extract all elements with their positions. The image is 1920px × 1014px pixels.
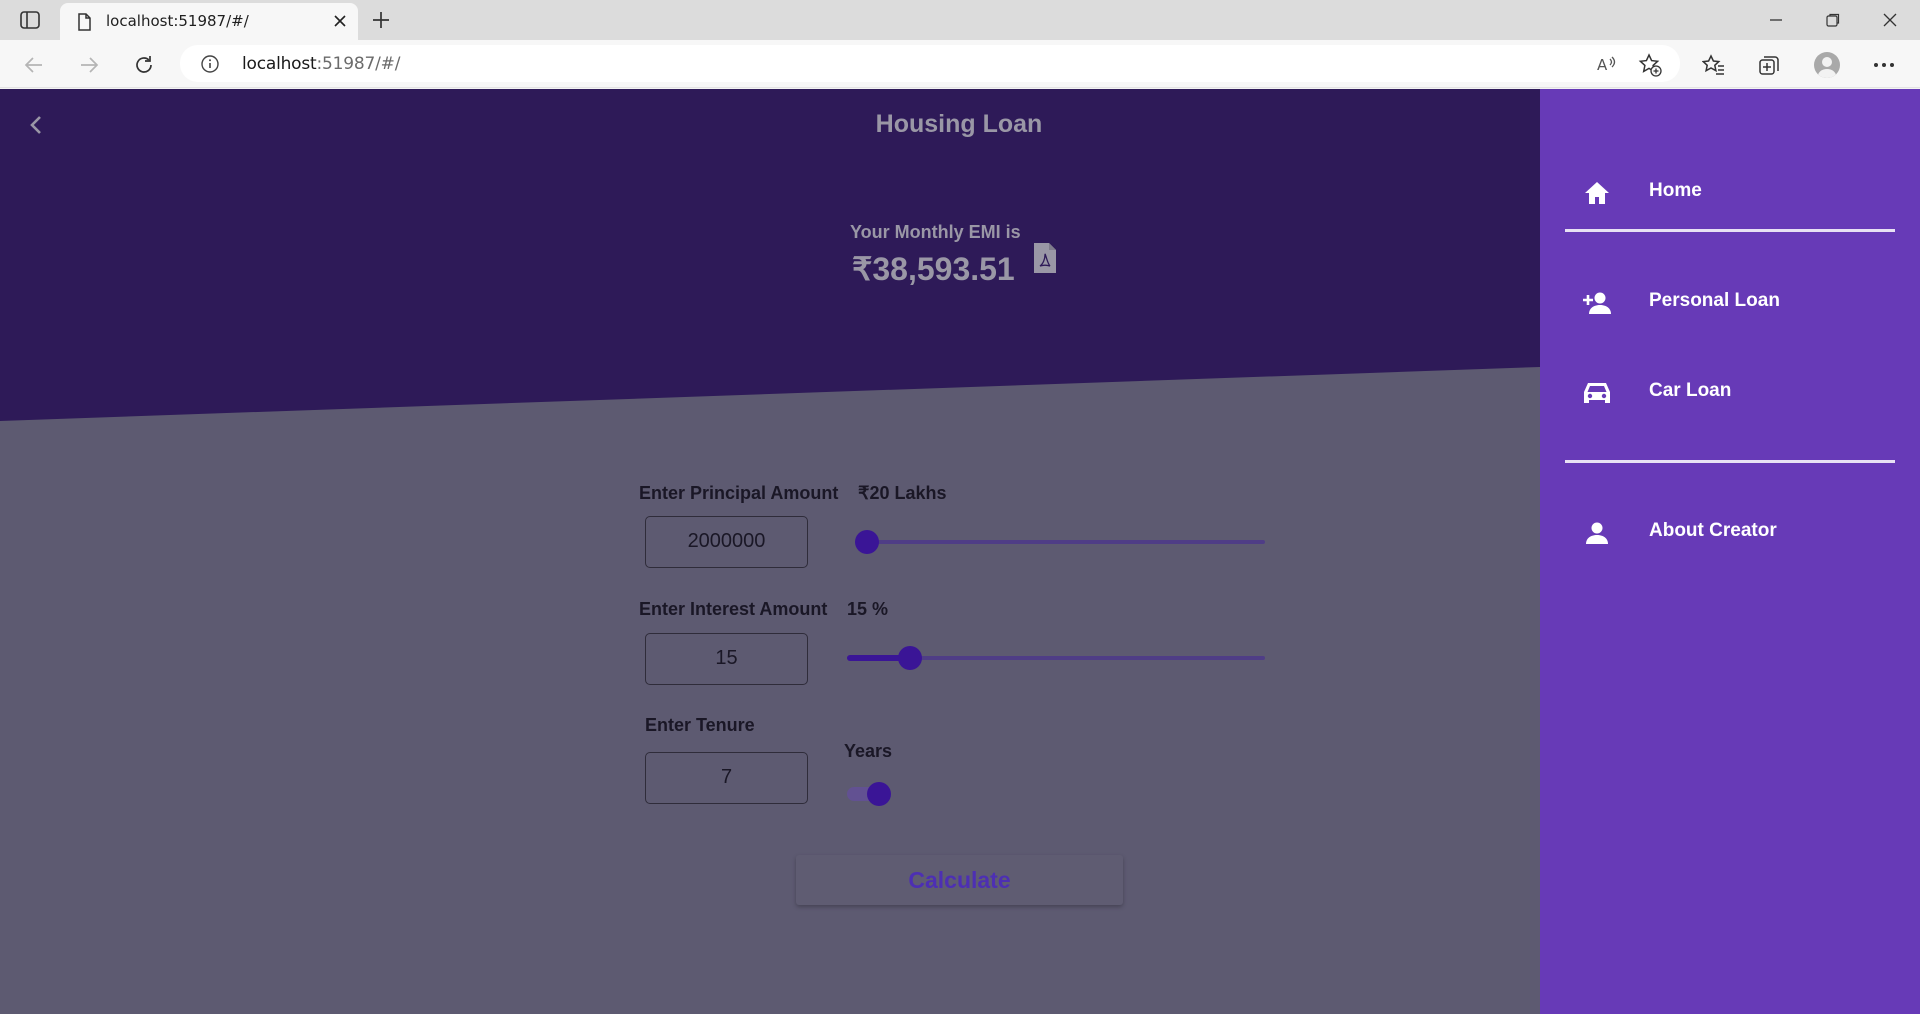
principal-slider-track: [855, 540, 1265, 544]
back-icon[interactable]: [17, 48, 51, 82]
drawer-item-label: Personal Loan: [1649, 290, 1780, 311]
address-bar[interactable]: localhost:51987/#/: [180, 45, 1680, 82]
principal-display: ₹20 Lakhs: [858, 483, 947, 503]
drawer-divider: [1565, 229, 1895, 232]
new-tab-icon[interactable]: [368, 7, 394, 33]
favorites-icon[interactable]: [1697, 48, 1731, 82]
url-text: localhost:51987/#/: [242, 54, 400, 74]
home-icon: [1582, 178, 1612, 208]
principal-slider-thumb[interactable]: [855, 530, 879, 554]
interest-slider-thumb[interactable]: [898, 646, 922, 670]
drawer-divider: [1565, 460, 1895, 463]
page-title: Housing Loan: [875, 110, 1043, 138]
refresh-icon[interactable]: [127, 48, 161, 82]
url-path: :51987/#/: [316, 54, 401, 74]
read-aloud-icon[interactable]: A: [1590, 48, 1624, 82]
interest-display: 15 %: [847, 599, 889, 619]
avatar: [1814, 52, 1840, 78]
info-icon[interactable]: [200, 54, 220, 74]
principal-input[interactable]: 2000000: [645, 516, 808, 568]
interest-input[interactable]: 15: [645, 633, 808, 685]
minimize-icon[interactable]: [1756, 6, 1796, 34]
page-icon: [74, 12, 94, 32]
emi-label: Your Monthly EMI is: [850, 222, 1021, 242]
pdf-icon[interactable]: [1032, 241, 1058, 275]
url-host: localhost: [242, 54, 317, 74]
person-icon: [1582, 518, 1612, 548]
profile-avatar[interactable]: [1810, 48, 1844, 82]
nav-drawer: Home Personal Loan Car Loan About Creato…: [1540, 89, 1920, 1014]
principal-label: Enter Principal Amount: [639, 483, 839, 503]
tenure-input[interactable]: 7: [645, 752, 808, 804]
app-viewport: Housing Loan Your Monthly EMI is ₹38,593…: [0, 89, 1920, 1014]
add-favorite-icon[interactable]: [1633, 48, 1667, 82]
emi-value: ₹38,593.51: [852, 251, 1015, 287]
close-window-icon[interactable]: [1870, 6, 1910, 34]
principal-slider[interactable]: [855, 529, 1265, 555]
drawer-item-car-loan[interactable]: Car Loan: [1540, 362, 1920, 422]
tab-actions-icon[interactable]: [18, 9, 42, 31]
close-tab-icon[interactable]: [330, 11, 350, 31]
car-icon: [1582, 378, 1612, 408]
forward-icon[interactable]: [72, 48, 106, 82]
browser-tab-strip: localhost:51987/#/: [0, 0, 1920, 40]
calculate-button[interactable]: Calculate: [796, 855, 1123, 905]
interest-slider[interactable]: [847, 645, 1265, 671]
tenure-unit-label: Years: [844, 741, 893, 761]
interest-label: Enter Interest Amount: [639, 599, 828, 619]
collections-icon[interactable]: [1752, 48, 1786, 82]
tenure-unit-toggle[interactable]: [847, 780, 895, 808]
restore-icon[interactable]: [1813, 6, 1853, 34]
drawer-item-label: About Creator: [1649, 520, 1777, 541]
svg-text:A: A: [1597, 56, 1608, 74]
drawer-item-personal-loan[interactable]: Personal Loan: [1540, 272, 1920, 332]
tab-title: localhost:51987/#/: [106, 12, 249, 30]
drawer-item-about-creator[interactable]: About Creator: [1540, 502, 1920, 562]
toggle-thumb: [867, 782, 891, 806]
browser-toolbar: localhost:51987/#/ A: [0, 40, 1920, 88]
more-options-icon[interactable]: [1867, 48, 1901, 82]
drawer-item-home[interactable]: Home: [1540, 162, 1920, 222]
main-content: Housing Loan Your Monthly EMI is ₹38,593…: [0, 89, 1540, 1014]
drawer-item-label: Home: [1649, 180, 1702, 201]
person-add-icon: [1582, 288, 1612, 318]
tenure-label: Enter Tenure: [645, 715, 755, 735]
browser-tab[interactable]: localhost:51987/#/: [60, 3, 358, 40]
drawer-item-label: Car Loan: [1649, 380, 1732, 401]
